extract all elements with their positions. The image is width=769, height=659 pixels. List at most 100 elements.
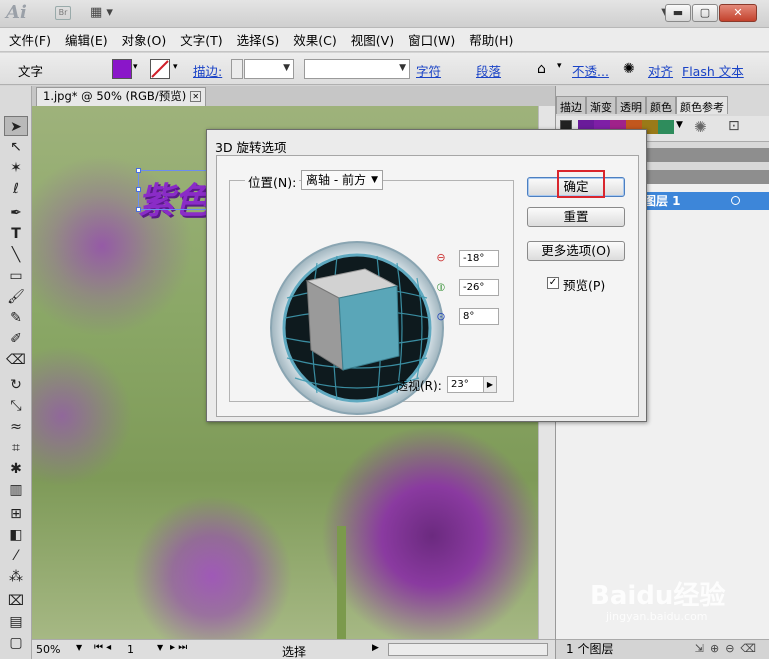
horizontal-scrollbar[interactable] xyxy=(388,643,548,656)
menu-effect[interactable]: 效果(C) xyxy=(288,30,341,49)
menu-object[interactable]: 对象(O) xyxy=(117,30,172,49)
maximize-button[interactable]: ▢ xyxy=(692,4,718,22)
rectangle-tool-icon[interactable]: ▭ xyxy=(4,266,28,286)
y-axis-rotate-icon: ⦶ xyxy=(437,281,445,294)
artboard-tool-icon[interactable]: ▤ xyxy=(4,612,28,632)
menu-type[interactable]: 文字(T) xyxy=(175,30,227,49)
selection-tool-icon[interactable]: ➤ xyxy=(4,116,28,136)
warp-tool-icon[interactable]: ≈ xyxy=(4,417,28,437)
type-tool-icon[interactable]: T xyxy=(4,224,28,244)
page-nav-first-icon[interactable]: ⏮ ◂ xyxy=(94,642,111,653)
document-tab-bar: 1.jpg* @ 50% (RGB/预览) ✕ xyxy=(32,86,555,106)
tab-stroke[interactable]: 描边 xyxy=(556,96,586,114)
menu-file[interactable]: 文件(F) xyxy=(4,30,56,49)
symbol-sprayer-tool-icon[interactable]: ✱ xyxy=(4,459,28,479)
chevron-down-icon: ▼ xyxy=(371,175,378,185)
z-rotation-field[interactable]: 8° xyxy=(459,308,499,325)
y-rotation-field[interactable]: -26° xyxy=(459,279,499,296)
scale-tool-icon[interactable]: ⤡ xyxy=(4,396,28,416)
tab-close-icon[interactable]: ✕ xyxy=(190,91,202,102)
layer-count: 1 个图层 xyxy=(566,642,614,656)
stroke-link[interactable]: 描边: xyxy=(193,61,222,80)
mesh-tool-icon[interactable]: ⊞ xyxy=(4,504,28,524)
page-dropdown-icon[interactable]: ▼ xyxy=(157,643,163,652)
opacity-link[interactable]: 不透... xyxy=(572,61,609,80)
stroke-dropdown-icon[interactable]: ▾ xyxy=(173,62,178,72)
more-options-button[interactable]: 更多选项(O) xyxy=(527,241,625,261)
stroke-weight-select[interactable]: ▼ xyxy=(244,59,294,79)
paintbrush-tool-icon[interactable]: 🖌 xyxy=(4,287,28,307)
recolor-icon[interactable]: ✺ xyxy=(623,61,635,77)
selection-handle[interactable] xyxy=(136,168,141,173)
stroke-swatch[interactable] xyxy=(150,59,170,79)
pen-tool-icon[interactable]: ✒ xyxy=(4,203,28,223)
close-button[interactable]: ✕ xyxy=(719,4,757,22)
selection-bounding-box xyxy=(138,170,216,210)
paragraph-link[interactable]: 段落 xyxy=(476,61,501,80)
envelope-icon[interactable]: ⌂ xyxy=(537,61,546,77)
menu-window[interactable]: 窗口(W) xyxy=(403,30,460,49)
harmony-dropdown-icon[interactable]: ▼ xyxy=(676,120,683,130)
menu-select[interactable]: 选择(S) xyxy=(232,30,285,49)
font-select[interactable]: ▼ xyxy=(304,59,410,79)
envelope-dropdown-icon[interactable]: ▾ xyxy=(557,61,562,71)
align-link[interactable]: 对齐 xyxy=(648,61,673,80)
edit-colors-icon[interactable]: ✺ xyxy=(694,118,707,136)
free-transform-tool-icon[interactable]: ⌗ xyxy=(4,438,28,458)
preview-checkbox[interactable]: ✓ xyxy=(547,277,559,289)
tab-transparency[interactable]: 透明 xyxy=(616,96,646,114)
menu-help[interactable]: 帮助(H) xyxy=(464,30,518,49)
selection-handle[interactable] xyxy=(136,207,141,212)
perspective-label: 透视(R): xyxy=(396,379,442,393)
tab-gradient[interactable]: 渐变 xyxy=(586,96,616,114)
stroke-weight-stepper[interactable] xyxy=(231,59,243,79)
layers-footer: 1 个图层 ⇲⊕⊖⌫ xyxy=(556,639,769,659)
flash-text-link[interactable]: Flash 文本 xyxy=(682,61,744,80)
preview-label: 预览(P) xyxy=(563,278,606,293)
save-swatch-icon[interactable]: ⊡ xyxy=(728,118,740,134)
zoom-select[interactable]: 50% xyxy=(36,643,60,656)
bridge-button[interactable]: Br xyxy=(55,6,71,20)
line-tool-icon[interactable]: ╲ xyxy=(4,245,28,265)
blob-brush-tool-icon[interactable]: ✐ xyxy=(4,329,28,349)
arrange-documents-button[interactable]: ▦ ▾ xyxy=(90,5,120,21)
fill-dropdown-icon[interactable]: ▾ xyxy=(133,62,138,72)
fill-swatch[interactable] xyxy=(112,59,132,79)
magic-wand-tool-icon[interactable]: ✶ xyxy=(4,158,28,178)
document-tab[interactable]: 1.jpg* @ 50% (RGB/预览) ✕ xyxy=(36,87,207,106)
title-bar: Ai Br ▦ ▾ ▼ ▬ ▢ ✕ xyxy=(0,0,769,28)
minimize-button[interactable]: ▬ xyxy=(665,4,691,22)
tab-color[interactable]: 颜色 xyxy=(646,96,676,114)
gradient-tool-icon[interactable]: ◧ xyxy=(4,525,28,545)
baidu-watermark: Baidu经验 xyxy=(590,581,726,611)
x-axis-rotate-icon: ⊖ xyxy=(436,251,446,264)
layer-name: 图层 1 xyxy=(644,194,681,208)
page-number[interactable]: 1 xyxy=(127,643,134,656)
x-rotation-field[interactable]: -18° xyxy=(459,250,499,267)
color-panel-tabs: 描边 渐变 透明 颜色 颜色参考 xyxy=(556,96,769,114)
zoom-dropdown-icon[interactable]: ▼ xyxy=(76,643,82,652)
perspective-slider-arrow-icon[interactable]: ▶ xyxy=(483,376,497,393)
layer-target-icon[interactable] xyxy=(731,196,740,205)
menu-edit[interactable]: 编辑(E) xyxy=(60,30,113,49)
direct-selection-tool-icon[interactable]: ↖ xyxy=(4,137,28,157)
eraser-tool-icon[interactable]: ⌫ xyxy=(4,350,28,370)
hand-tool-icon[interactable]: ▢ xyxy=(4,633,28,653)
graph-tool-icon[interactable]: ▥ xyxy=(4,480,28,500)
character-link[interactable]: 字符 xyxy=(416,61,441,80)
reset-button[interactable]: 重置 xyxy=(527,207,625,227)
selection-handle[interactable] xyxy=(136,187,141,192)
guide-swatch[interactable] xyxy=(658,120,674,134)
eyedropper-tool-icon[interactable]: ⁄ xyxy=(4,546,28,566)
blend-tool-icon[interactable]: ⁂ xyxy=(4,567,28,587)
pencil-tool-icon[interactable]: ✎ xyxy=(4,308,28,328)
rotate-tool-icon[interactable]: ↻ xyxy=(4,375,28,395)
position-select[interactable]: 离轴 - 前方 ▼ xyxy=(301,170,383,190)
page-nav-last-icon[interactable]: ▸ ⏭ xyxy=(170,642,187,653)
status-menu-icon[interactable]: ▶ xyxy=(372,643,379,653)
menu-view[interactable]: 视图(V) xyxy=(346,30,399,49)
lasso-tool-icon[interactable]: ℓ xyxy=(4,179,28,199)
layer-actions-icon[interactable]: ⇲⊕⊖⌫ xyxy=(695,640,762,658)
slice-tool-icon[interactable]: ⌧ xyxy=(4,591,28,611)
tab-color-guide[interactable]: 颜色参考 xyxy=(676,96,728,114)
